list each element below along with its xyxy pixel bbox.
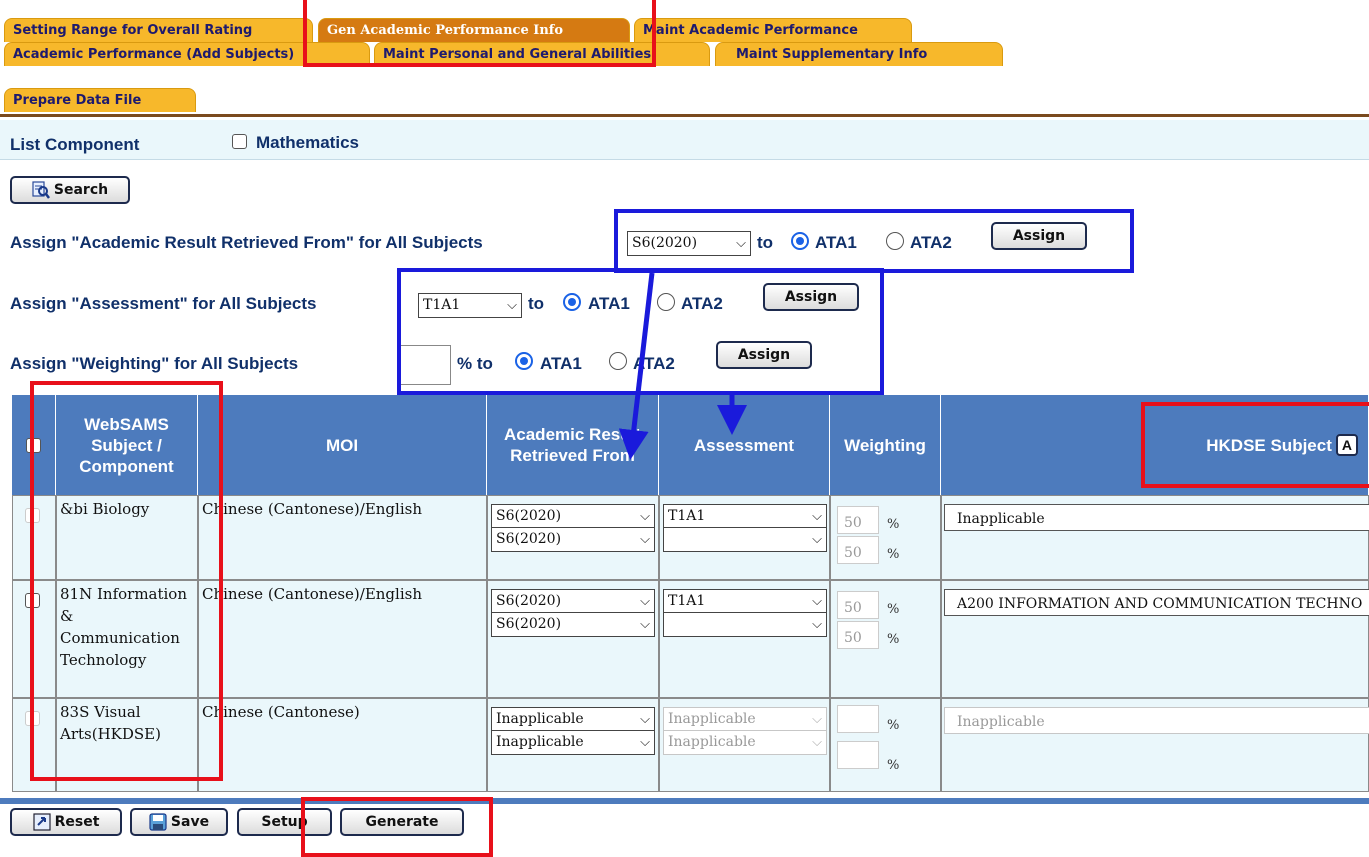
annotation-arrows [618,272,747,460]
arrow-to-academic-column [618,272,655,460]
